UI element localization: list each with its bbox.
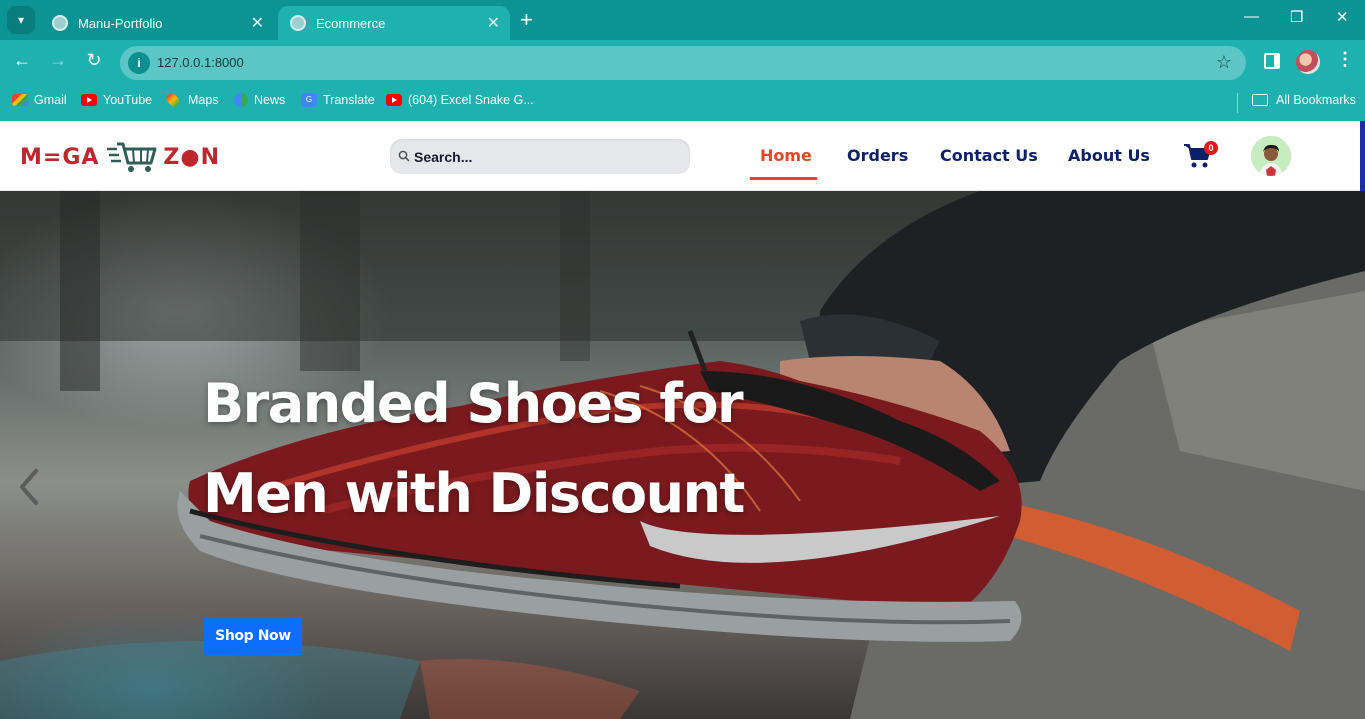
bookmark-gmail[interactable]: Gmail <box>12 93 67 107</box>
back-arrow-icon[interactable]: ← <box>10 50 34 71</box>
bookmark-label: Maps <box>188 93 219 107</box>
hero-title: Branded Shoes for Men with Discount <box>203 359 763 539</box>
scroll-indicator <box>1360 121 1365 191</box>
news-icon <box>234 93 248 107</box>
search-icon <box>398 150 410 162</box>
restore-icon[interactable]: ❐ <box>1290 8 1303 26</box>
bookmark-excel-snake[interactable]: (604) Excel Snake G... <box>386 93 534 107</box>
address-bar[interactable]: i 127.0.0.1:8000 ☆ <box>120 46 1246 80</box>
tab-title: Ecommerce <box>316 15 386 31</box>
close-window-icon[interactable]: ✕ <box>1336 8 1349 26</box>
user-photo-icon <box>1251 136 1291 176</box>
bookmark-label: YouTube <box>103 93 153 107</box>
menu-kebab-icon[interactable]: ⋮ <box>1336 49 1354 70</box>
tab-title: Manu-Portfolio <box>78 15 163 31</box>
all-bookmarks-label: All Bookmarks <box>1276 93 1356 107</box>
forward-arrow-icon[interactable]: → <box>46 50 70 71</box>
browser-tab-bar: ▾ Manu-Portfolio ✕ Ecommerce ✕ + — ❐ ✕ <box>0 0 1365 40</box>
hero-title-line-2: Men with Discount <box>203 462 745 525</box>
bookmark-label: Gmail <box>34 93 67 107</box>
bookmark-maps[interactable]: Maps <box>164 91 219 109</box>
search-input[interactable] <box>414 139 684 174</box>
globe-icon <box>290 15 306 31</box>
gmail-icon <box>12 94 28 106</box>
browser-toolbar: ← → ↻ i 127.0.0.1:8000 ☆ ⋮ <box>0 40 1365 85</box>
site-header: M=GA Z●N Home Orders Contact Us About Us… <box>0 121 1365 191</box>
all-bookmarks-button[interactable]: All Bookmarks <box>1252 93 1356 107</box>
bookmark-star-icon[interactable]: ☆ <box>1216 52 1232 73</box>
shopping-cart-logo-icon <box>107 142 157 172</box>
bookmarks-divider <box>1237 93 1238 113</box>
bookmark-news[interactable]: News <box>234 93 285 107</box>
logo-text-left: M=GA <box>20 144 100 170</box>
hero-carousel: Branded Shoes for Men with Discount Shop… <box>0 191 1365 719</box>
minimize-icon[interactable]: — <box>1244 8 1259 25</box>
bookmark-label: News <box>254 93 286 107</box>
bookmark-translate[interactable]: G Translate <box>301 93 375 107</box>
shop-now-button[interactable]: Shop Now <box>204 617 302 655</box>
bookmark-youtube[interactable]: YouTube <box>81 93 152 107</box>
close-tab-icon[interactable]: ✕ <box>487 13 500 33</box>
translate-icon: G <box>301 93 317 107</box>
side-panel-icon[interactable] <box>1264 53 1280 69</box>
youtube-icon <box>386 94 402 106</box>
nav-about-us[interactable]: About Us <box>1068 146 1150 165</box>
logo-text-right: Z●N <box>163 144 220 170</box>
megazon-logo[interactable]: M=GA Z●N <box>20 141 220 173</box>
maps-icon <box>164 91 182 109</box>
tab-manu-portfolio[interactable]: Manu-Portfolio ✕ <box>40 6 274 40</box>
globe-icon <box>52 15 68 31</box>
tab-ecommerce[interactable]: Ecommerce ✕ <box>278 6 510 40</box>
bookmark-label: Translate <box>323 93 375 107</box>
close-tab-icon[interactable]: ✕ <box>251 13 264 33</box>
nav-contact-us[interactable]: Contact Us <box>940 146 1038 165</box>
bookmarks-bar: Gmail YouTube Maps News G Translate (604… <box>0 85 1365 121</box>
new-tab-button[interactable]: + <box>520 8 533 32</box>
nav-orders[interactable]: Orders <box>847 146 908 165</box>
folder-icon <box>1252 94 1268 106</box>
hero-title-line-1: Branded Shoes for <box>203 372 744 435</box>
cart-count-badge: 0 <box>1204 141 1218 155</box>
site-info-icon[interactable]: i <box>128 52 150 74</box>
bookmark-label: (604) Excel Snake G... <box>408 93 534 107</box>
nav-home[interactable]: Home <box>760 146 812 165</box>
user-avatar[interactable] <box>1251 136 1291 176</box>
reload-icon[interactable]: ↻ <box>82 50 106 71</box>
profile-avatar-icon[interactable] <box>1296 50 1320 74</box>
url-text[interactable]: 127.0.0.1:8000 <box>157 55 244 70</box>
carousel-prev-chevron-icon[interactable] <box>16 467 42 507</box>
youtube-icon <box>81 94 97 106</box>
active-nav-underline <box>750 177 817 180</box>
tab-search-button[interactable]: ▾ <box>7 6 35 34</box>
search-box[interactable] <box>390 139 690 174</box>
